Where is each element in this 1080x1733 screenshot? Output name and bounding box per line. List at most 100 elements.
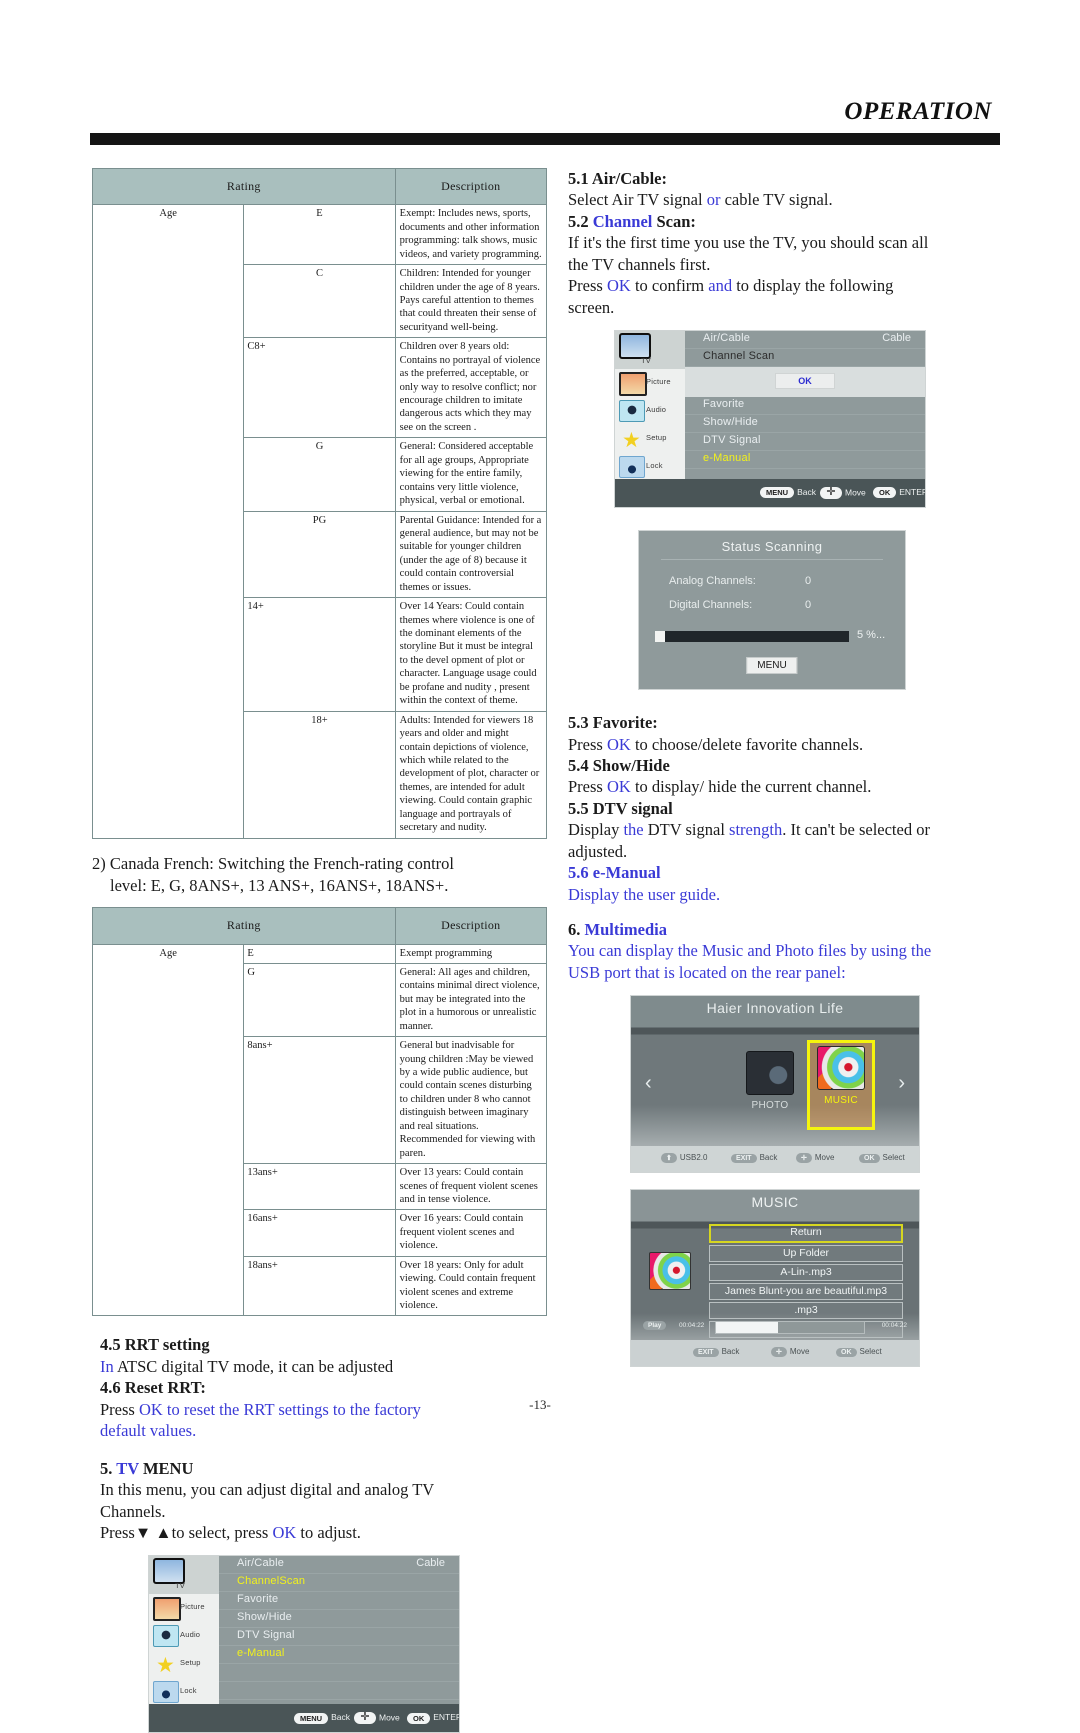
- s54-blue: OK: [606, 777, 631, 797]
- sidebar-item-lock[interactable]: Lock: [149, 1678, 219, 1706]
- footer-hint-enter: OK ENTER: [873, 487, 925, 499]
- play-button[interactable]: Play: [643, 1321, 667, 1331]
- section-5-4-heading: 5.4 Show/Hide: [568, 755, 670, 775]
- menu-row-e-manual[interactable]: e-Manual: [685, 451, 925, 470]
- canada-french-note-line2: level: E, G, 8ANS+, 13 ANS+, 16ANS+, 18A…: [110, 875, 449, 895]
- chevron-right-icon[interactable]: ›: [898, 1072, 905, 1095]
- chevron-left-icon[interactable]: ‹: [645, 1072, 652, 1095]
- analog-channels-label: Analog Channels:: [669, 575, 756, 588]
- scan-progress-bar: [655, 631, 849, 643]
- section-5-heading-rest: MENU: [138, 1458, 194, 1478]
- menu-row-channel-scan[interactable]: Channel Scan: [685, 349, 925, 368]
- menu-row-e-manual[interactable]: e-Manual: [219, 1646, 459, 1665]
- multimedia-tile-music[interactable]: MUSIC: [807, 1040, 875, 1131]
- sidebar-item-audio[interactable]: Audio: [149, 1622, 219, 1650]
- section-5-5-heading: 5.5 DTV signal: [568, 798, 673, 818]
- ok-button[interactable]: OK: [775, 373, 835, 390]
- menu-row-show-hide[interactable]: Show/Hide: [685, 415, 925, 434]
- menu-row-dtv-signal[interactable]: DTV Signal: [685, 433, 925, 452]
- sidebar-item-tv[interactable]: TV: [615, 331, 685, 370]
- table-header-row: Rating Description: [92, 907, 548, 945]
- sidebar-item-picture[interactable]: Picture: [149, 1594, 219, 1622]
- section-6-heading: 6. Multimedia: [568, 919, 1020, 940]
- s53-blue: OK: [606, 734, 631, 754]
- column-header-rating: Rating: [92, 167, 396, 206]
- s52-l3-b: to confirm: [630, 276, 709, 296]
- menu-row-air-cable[interactable]: Air/Cable Cable: [685, 331, 925, 350]
- sidebar-item-tv[interactable]: TV: [149, 1556, 219, 1595]
- section-5-line1: In this menu, you can adjust digital and…: [100, 1480, 435, 1500]
- section-4-5-body-rest: ATSC digital TV mode, it can be adjusted: [113, 1356, 394, 1376]
- section-5-2-line3: Press OK to confirm and to display the f…: [568, 275, 1020, 296]
- list-item[interactable]: Up Folder: [709, 1245, 903, 1263]
- seek-bar[interactable]: [715, 1321, 865, 1335]
- menu-row-label: DTV Signal: [703, 434, 761, 447]
- osd-left-sidebar: TV Picture Audio ★ Setup Lock: [615, 331, 685, 481]
- menu-key-icon: MENU: [294, 1712, 329, 1724]
- list-item[interactable]: .mp3: [709, 1302, 903, 1320]
- sidebar-item-label: Setup: [180, 1658, 201, 1668]
- description-cell: Over 16 years: Could contain frequent vi…: [394, 1209, 548, 1257]
- footer-hint-label: Move: [845, 487, 866, 498]
- list-item[interactable]: Return: [709, 1224, 903, 1244]
- description-cell: Exempt programming: [394, 943, 548, 964]
- dialog-title: Status Scanning: [721, 539, 823, 555]
- footer-hint-move: Move: [354, 1710, 400, 1725]
- sidebar-item-picture[interactable]: Picture: [615, 369, 685, 397]
- osd-status-scanning-dialog: Status Scanning Analog Channels: 0 Digit…: [638, 530, 906, 691]
- sidebar-item-label: Lock: [646, 461, 663, 471]
- section-5-5-line2: adjusted.: [568, 841, 628, 861]
- dpad-icon: [820, 485, 842, 500]
- menu-button[interactable]: MENU: [746, 657, 798, 675]
- picture-icon: [619, 372, 647, 397]
- multimedia-tile-photo[interactable]: PHOTO: [739, 1048, 801, 1120]
- sidebar-item-audio[interactable]: Audio: [615, 397, 685, 425]
- sidebar-item-setup[interactable]: ★ Setup: [615, 425, 685, 453]
- s52-heading-blue: Channel: [592, 211, 653, 231]
- section-5-heading-num: 5.: [100, 1458, 117, 1478]
- camera-icon: [746, 1051, 794, 1096]
- menu-row-favorite[interactable]: Favorite: [685, 397, 925, 416]
- tile-label: MUSIC: [824, 1095, 858, 1107]
- rating-cell: PG: [243, 510, 396, 599]
- footer-hint-label: USB2.0: [679, 1153, 708, 1163]
- rating-cell: G: [243, 437, 396, 512]
- menu-row-label: Favorite: [237, 1593, 279, 1606]
- menu-row-favorite[interactable]: Favorite: [219, 1592, 459, 1611]
- osd-footer-bar: MENUBack Move OKENTER: [149, 1704, 459, 1733]
- osd-left-sidebar: TV Picture Audio ★ Setup Lock: [149, 1556, 219, 1706]
- description-cell: General: Considered acceptable for all a…: [394, 437, 548, 512]
- canada-french-note-line1: 2) Canada French: Switching the French-r…: [92, 853, 454, 873]
- s52-heading-num: 5.2: [568, 211, 593, 231]
- picture-icon: [153, 1597, 181, 1622]
- list-item[interactable]: James Blunt-you are beautiful.mp3: [709, 1283, 903, 1301]
- footer-hint-label: Back: [331, 1712, 350, 1723]
- s53-b: to choose/delete favorite channels.: [630, 734, 864, 754]
- list-item[interactable]: A-Lin-.mp3: [709, 1264, 903, 1282]
- rating-cell: C: [243, 264, 396, 339]
- table-header-row: Rating Description: [92, 167, 548, 206]
- menu-row-show-hide[interactable]: Show/Hide: [219, 1610, 459, 1629]
- section-6-block: 6. Multimedia You can display the Music …: [568, 919, 1020, 983]
- menu-row-air-cable[interactable]: Air/Cable Cable: [219, 1556, 459, 1575]
- canada-english-rating-table: Rating Description Age E Exempt: Include…: [91, 167, 548, 839]
- page-title: OPERATION: [844, 98, 992, 125]
- section-5-3-to-6-block: 5.3 Favorite: Press OK to choose/delete …: [568, 712, 1020, 905]
- rating-cell: 18ans+: [243, 1255, 396, 1317]
- section-5-6-body: Display the user guide.: [568, 884, 721, 904]
- s52-l3-a: Press: [568, 276, 607, 296]
- menu-row-label: e-Manual: [703, 452, 751, 465]
- footer-hint-back: EXIT Back: [731, 1153, 777, 1163]
- ok-key-icon: OK: [859, 1153, 880, 1163]
- sidebar-item-setup[interactable]: ★ Setup: [149, 1650, 219, 1678]
- s52-l3-blue2: and: [708, 276, 733, 296]
- description-cell: Over 18 years: Only for adult viewing. C…: [394, 1255, 548, 1317]
- table-row: Age E Exempt: Includes news, sports, doc…: [91, 204, 548, 839]
- menu-row-channel-scan[interactable]: ChannelScan: [219, 1574, 459, 1593]
- section-5-1-body: Select Air TV signal or cable TV signal.: [568, 189, 1020, 210]
- menu-row-dtv-signal[interactable]: DTV Signal: [219, 1628, 459, 1647]
- menu-row-value: Cable: [882, 332, 911, 345]
- osd-music-list-screenshot: MUSIC Return Up Folder A-Lin-.mp3 James …: [630, 1189, 920, 1368]
- sidebar-item-lock[interactable]: Lock: [615, 453, 685, 481]
- s51-a: Select Air TV signal: [568, 190, 707, 210]
